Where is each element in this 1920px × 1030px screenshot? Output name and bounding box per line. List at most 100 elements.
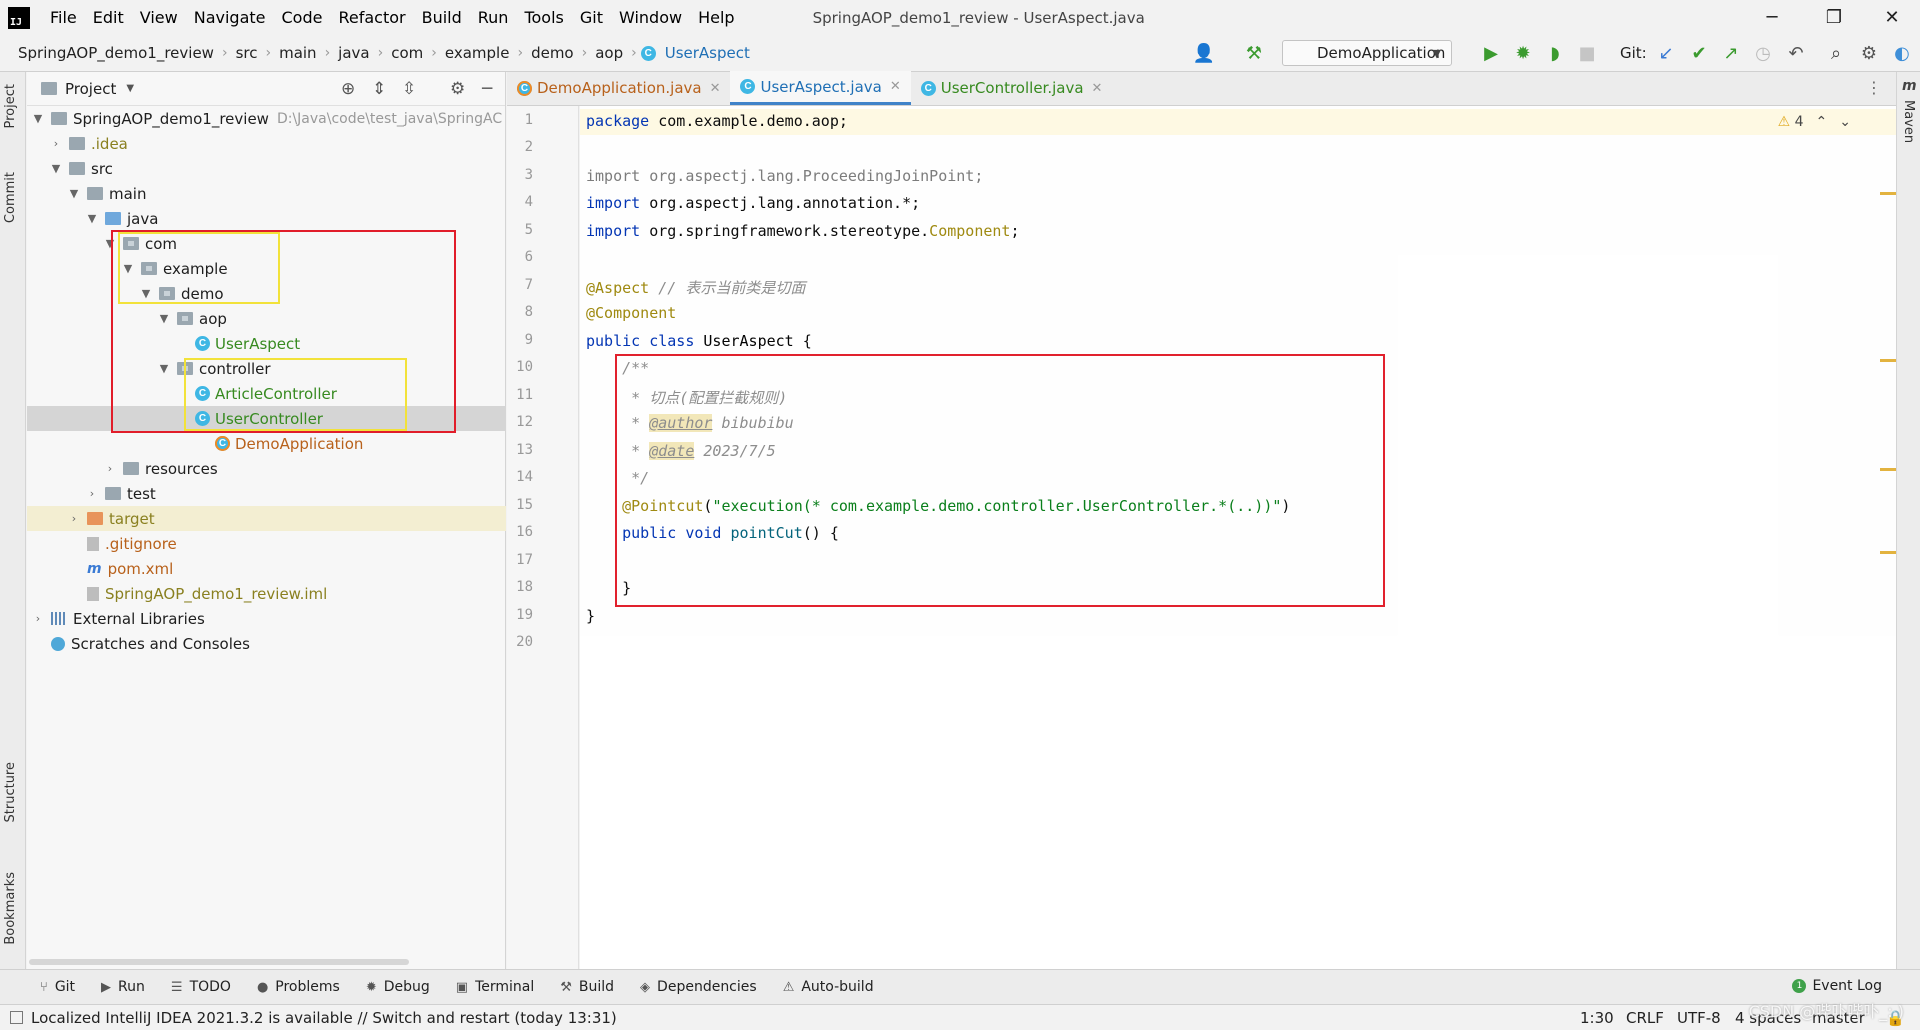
menu-edit[interactable]: Edit	[85, 8, 132, 27]
bookmarks-tool-tab[interactable]: Bookmarks	[3, 872, 18, 945]
warning-stripe-mark[interactable]	[1880, 359, 1896, 362]
menu-refactor[interactable]: Refactor	[330, 8, 413, 27]
menu-git[interactable]: Git	[572, 8, 611, 27]
tree-node-external-libraries[interactable]: › External Libraries	[27, 606, 506, 631]
menu-file[interactable]: File	[42, 8, 85, 27]
close-icon[interactable]: ✕	[1864, 0, 1920, 35]
file-encoding[interactable]: UTF-8	[1677, 1009, 1721, 1027]
tool-problems[interactable]: ● Problems	[257, 979, 340, 995]
tool-git[interactable]: ⑂ Git	[40, 979, 75, 995]
tab-demo-application[interactable]: C DemoApplication.java ✕	[507, 71, 730, 105]
menu-navigate[interactable]: Navigate	[186, 8, 274, 27]
breadcrumb-class[interactable]: UserAspect	[661, 44, 754, 62]
tool-windows-toggle-icon[interactable]	[10, 1011, 23, 1024]
close-tab-icon[interactable]: ✕	[890, 79, 901, 94]
maven-icon[interactable]: m	[1902, 78, 1917, 94]
breadcrumb-project[interactable]: SpringAOP_demo1_review	[14, 44, 218, 62]
menu-view[interactable]: View	[132, 8, 186, 27]
stop-icon[interactable]: ■	[1575, 41, 1599, 65]
tree-node-scratches[interactable]: Scratches and Consoles	[27, 631, 506, 656]
commit-tool-tab[interactable]: Commit	[3, 172, 18, 223]
warning-stripe-mark[interactable]	[1880, 551, 1896, 554]
tab-user-aspect[interactable]: C UserAspect.java ✕	[730, 71, 911, 105]
caret-position[interactable]: 1:30	[1580, 1009, 1614, 1027]
code-editor[interactable]: ⚠ 4 ⌃ ⌄ package com.example.demo.aop; im…	[580, 106, 1896, 969]
menu-tools[interactable]: Tools	[516, 8, 571, 27]
breadcrumb-aop[interactable]: aop	[591, 44, 627, 62]
tree-node-main[interactable]: ▼ main	[27, 181, 506, 206]
tree-node-demo-application[interactable]: C DemoApplication	[27, 431, 506, 456]
run-icon[interactable]: ▶	[1479, 41, 1503, 65]
close-tab-icon[interactable]: ✕	[710, 81, 721, 96]
run-configuration-dropdown[interactable]: DemoApplication ▼	[1282, 40, 1452, 66]
tab-user-controller[interactable]: C UserController.java ✕	[911, 71, 1113, 105]
user-icon[interactable]: 👤	[1192, 41, 1216, 65]
breadcrumb-java[interactable]: java	[334, 44, 373, 62]
breadcrumb-main[interactable]: main	[275, 44, 320, 62]
maven-tool-tab[interactable]: Maven	[1901, 100, 1916, 143]
minimize-icon[interactable]: ─	[1744, 0, 1800, 35]
tool-run[interactable]: ▶ Run	[101, 979, 145, 995]
tree-node-test[interactable]: › test	[27, 481, 506, 506]
hammer-icon[interactable]: ⚒	[1242, 41, 1266, 65]
plugin-icon[interactable]: ◐	[1890, 41, 1914, 65]
warning-stripe-mark[interactable]	[1880, 468, 1896, 471]
git-push-icon[interactable]: ↗	[1719, 41, 1743, 65]
debug-icon[interactable]: ✹	[1511, 41, 1535, 65]
line-number: 19	[516, 607, 533, 623]
restore-icon[interactable]: ❐	[1806, 0, 1862, 35]
menu-window[interactable]: Window	[611, 8, 690, 27]
tree-node-root[interactable]: ▼ SpringAOP_demo1_review D:\Java\code\te…	[27, 106, 506, 131]
tool-todo[interactable]: ☰ TODO	[171, 979, 231, 995]
tree-node-target[interactable]: › target	[27, 506, 506, 531]
tool-terminal[interactable]: ▣ Terminal	[456, 979, 534, 995]
inspection-widget[interactable]: ⚠ 4 ⌃ ⌄	[1778, 114, 1851, 130]
chevron-down-icon[interactable]: ⌄	[1839, 114, 1851, 130]
tree-node-idea[interactable]: › .idea	[27, 131, 506, 156]
tree-node-gitignore[interactable]: .gitignore	[27, 531, 506, 556]
more-options-icon[interactable]: ⋮	[1866, 78, 1882, 97]
chevron-up-icon[interactable]: ⌃	[1816, 114, 1828, 130]
tree-node-src[interactable]: ▼ src	[27, 156, 506, 181]
tree-node-pom[interactable]: m pom.xml	[27, 556, 506, 581]
tree-node-iml[interactable]: SpringAOP_demo1_review.iml	[27, 581, 506, 606]
line-separator[interactable]: CRLF	[1626, 1009, 1664, 1027]
settings-icon[interactable]: ⚙	[1857, 41, 1881, 65]
breadcrumb-src[interactable]: src	[232, 44, 262, 62]
horizontal-scrollbar[interactable]	[29, 959, 409, 965]
menu-run[interactable]: Run	[470, 8, 517, 27]
tree-node-resources[interactable]: › resources	[27, 456, 506, 481]
chevron-right-icon: ›	[35, 612, 41, 625]
history-icon[interactable]: ◷	[1751, 41, 1775, 65]
breadcrumb-com[interactable]: com	[387, 44, 427, 62]
event-log-button[interactable]: 1 Event Log	[1792, 978, 1882, 994]
hide-icon[interactable]: ─	[482, 79, 492, 99]
tool-auto-build[interactable]: ⚠ Auto-build	[783, 979, 874, 995]
warning-stripe-mark[interactable]	[1880, 192, 1896, 195]
search-icon[interactable]: ⌕	[1824, 41, 1848, 65]
project-tool-tab[interactable]: Project	[3, 84, 18, 128]
tool-build[interactable]: ⚒ Build	[560, 979, 614, 995]
chevron-down-icon[interactable]: ▼	[126, 83, 134, 94]
status-message[interactable]: Localized IntelliJ IDEA 2021.3.2 is avai…	[31, 1009, 617, 1027]
structure-tool-tab[interactable]: Structure	[3, 762, 18, 822]
menu-code[interactable]: Code	[274, 8, 331, 27]
menu-build[interactable]: Build	[414, 8, 470, 27]
coverage-icon[interactable]: ◗	[1543, 41, 1567, 65]
gear-icon[interactable]: ⚙	[450, 79, 465, 99]
collapse-all-icon[interactable]: ⇳	[402, 79, 416, 99]
expand-all-icon[interactable]: ⇕	[372, 79, 386, 99]
breadcrumb-demo[interactable]: demo	[527, 44, 578, 62]
line-number: 9	[524, 332, 533, 348]
menu-help[interactable]: Help	[690, 8, 742, 27]
tool-dependencies[interactable]: ◈ Dependencies	[640, 979, 757, 995]
close-tab-icon[interactable]: ✕	[1092, 81, 1103, 96]
project-panel-title[interactable]: Project	[65, 80, 116, 98]
tool-debug[interactable]: ✹ Debug	[366, 979, 430, 995]
locate-icon[interactable]: ⊕	[341, 79, 355, 99]
rollback-icon[interactable]: ↶	[1784, 41, 1808, 65]
breadcrumb-example[interactable]: example	[441, 44, 514, 62]
git-commit-icon[interactable]: ✔	[1687, 41, 1711, 65]
git-update-icon[interactable]: ↙	[1654, 41, 1678, 65]
tree-node-java[interactable]: ▼ java	[27, 206, 506, 231]
